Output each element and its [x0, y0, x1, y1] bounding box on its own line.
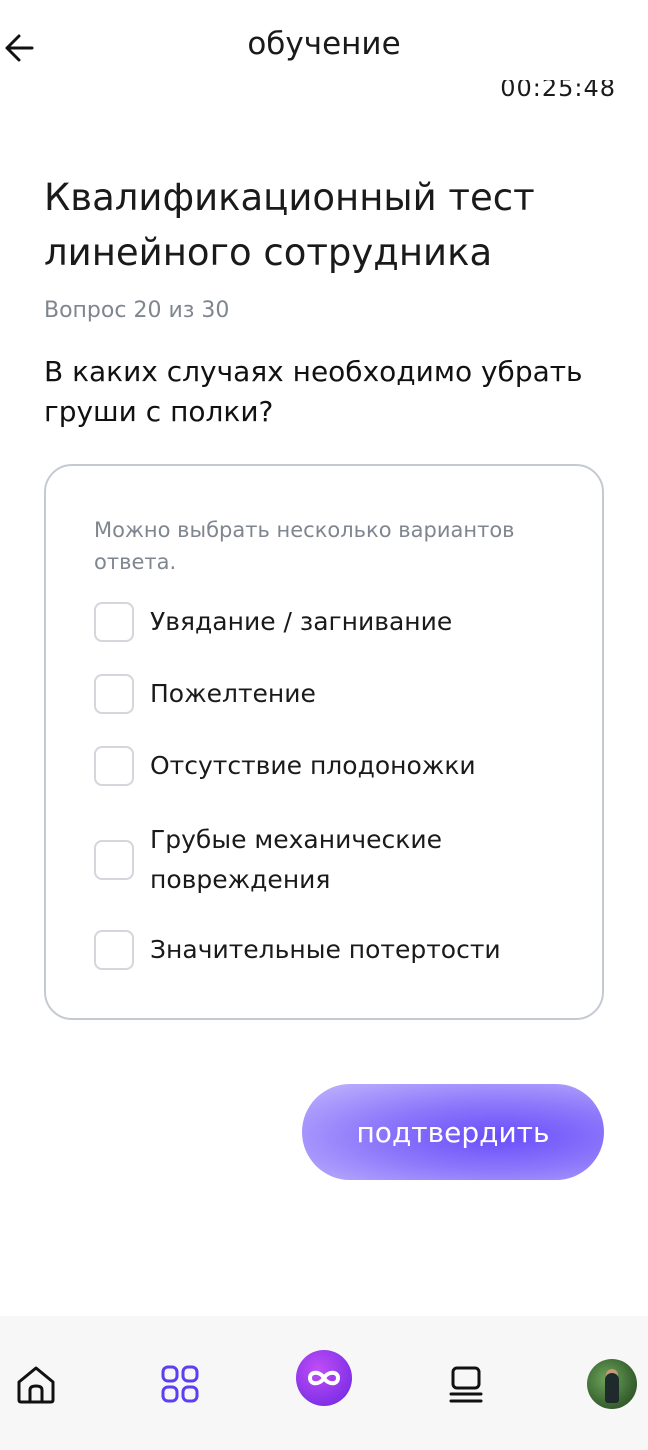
answer-option-label: Значительные потертости [150, 935, 501, 964]
test-title: Квалификационный тест линейного сотрудни… [44, 176, 535, 274]
checkbox[interactable] [94, 602, 134, 642]
answer-option-label: Пожелтение [150, 679, 316, 708]
answer-option[interactable]: Увядание / загнивание [94, 602, 564, 642]
answer-option-label: Увядание / загнивание [150, 607, 453, 636]
answer-card: Можно выбрать несколько вариантов ответа… [44, 464, 604, 1020]
question-text: В каких случаях необходимо убрать груши … [44, 355, 583, 428]
confirm-button[interactable]: подтвердить [302, 1084, 604, 1180]
answer-hint: Можно выбрать несколько вариантов ответа… [94, 518, 515, 574]
top-bar: обучение 00:25:48 [0, 0, 648, 100]
answer-option-label: Грубые механические повреждения [150, 825, 442, 894]
tab-courses[interactable] [436, 1354, 496, 1414]
tab-catalog[interactable] [150, 1354, 210, 1414]
tab-main[interactable] [294, 1348, 354, 1408]
answer-option[interactable]: Грубые механические повреждения [94, 820, 564, 900]
answer-option-label: Отсутствие плодоножки [150, 751, 476, 780]
timer: 00:25:48 [500, 80, 616, 102]
page-title: обучение [247, 26, 401, 62]
home-icon [17, 1366, 55, 1404]
courses-icon [449, 1366, 483, 1403]
checkbox[interactable] [94, 930, 134, 970]
answer-option[interactable]: Значительные потертости [94, 930, 564, 970]
answer-option[interactable]: Пожелтение [94, 674, 564, 714]
bottom-tab-bar [0, 1316, 648, 1450]
checkbox[interactable] [94, 746, 134, 786]
infinity-logo-icon [296, 1350, 352, 1406]
avatar [587, 1359, 637, 1409]
tab-home[interactable] [6, 1354, 66, 1414]
tab-profile[interactable] [582, 1354, 642, 1414]
answer-option[interactable]: Отсутствие плодоножки [94, 746, 564, 786]
question-counter: Вопрос 20 из 30 [44, 298, 230, 323]
grid-icon [161, 1365, 199, 1403]
avatar-figure [605, 1373, 619, 1403]
checkbox[interactable] [94, 674, 134, 714]
checkbox[interactable] [94, 840, 134, 880]
